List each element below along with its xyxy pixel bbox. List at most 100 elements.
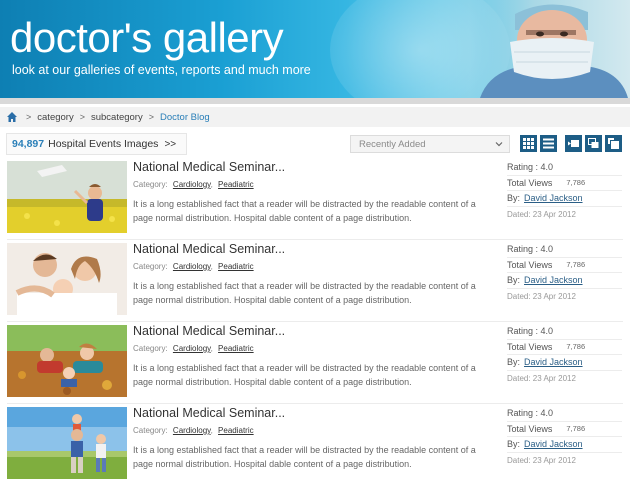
by-label: By: — [507, 275, 521, 286]
gallery-button[interactable] — [585, 135, 602, 152]
item-meta: Rating : 4.0 Total Views 7,786 By: David… — [507, 324, 622, 386]
item-rating: Rating : 4.0 — [507, 160, 622, 176]
item-rating: Rating : 4.0 — [507, 242, 622, 258]
gallery-toolbar: 94,897 Hospital Events Images >> Recentl… — [0, 133, 630, 155]
category-link-peadiatric[interactable]: Peadiatric — [218, 180, 254, 189]
double-chevron-icon: >> — [164, 138, 177, 150]
item-categories: Category: Cardiology, Peadiatric — [133, 262, 254, 271]
breadcrumb-separator: > — [79, 112, 85, 122]
item-categories: Category: Cardiology, Peadiatric — [133, 344, 254, 353]
item-author: By: David Jackson — [507, 273, 622, 289]
export-button[interactable] — [605, 135, 622, 152]
item-thumbnail[interactable] — [7, 407, 127, 479]
author-link[interactable]: David Jackson — [524, 439, 583, 449]
author-link[interactable]: David Jackson — [524, 357, 583, 367]
item-author: By: David Jackson — [507, 355, 622, 371]
by-label: By: — [507, 439, 521, 450]
image-count[interactable]: 94,897 Hospital Events Images >> — [6, 133, 188, 155]
family-portrait-image — [7, 243, 127, 315]
item-date: Dated: 23 Apr 2012 — [507, 291, 576, 301]
item-categories: Category: Cardiology, Peadiatric — [133, 426, 254, 435]
item-views: Total Views 7,786 — [507, 176, 622, 191]
category-label: Category: — [133, 180, 168, 189]
item-meta: Rating : 4.0 Total Views 7,786 By: David… — [507, 160, 622, 222]
views-label: Total Views — [507, 177, 553, 188]
gallery-item[interactable]: National Medical Seminar... Category: Ca… — [0, 403, 630, 483]
sort-selected-value: Recently Added — [359, 138, 426, 150]
gallery-icon — [588, 138, 599, 148]
item-rating: Rating : 4.0 — [507, 324, 622, 340]
image-count-label: Hospital Events Images — [48, 138, 159, 150]
doctor-photo — [470, 0, 630, 98]
page-title: doctor's gallery — [10, 14, 284, 61]
breadcrumb-separator: > — [26, 112, 32, 122]
item-author: By: David Jackson — [507, 437, 622, 453]
grid-view-button[interactable] — [520, 135, 537, 152]
slideshow-icon — [568, 140, 579, 147]
author-link[interactable]: David Jackson — [524, 275, 583, 285]
item-title[interactable]: National Medical Seminar... — [133, 324, 285, 338]
header-banner: doctor's gallery look at our galleries o… — [0, 0, 630, 98]
views-count: 7,786 — [566, 342, 586, 352]
item-description: It is a long established fact that a rea… — [133, 199, 476, 223]
item-thumbnail[interactable] — [7, 243, 127, 315]
banner-divider — [0, 98, 630, 104]
breadcrumb: > category > subcategory > Doctor Blog — [0, 107, 630, 127]
breadcrumb-current[interactable]: Doctor Blog — [160, 112, 210, 123]
item-title[interactable]: National Medical Seminar... — [133, 160, 285, 174]
item-meta: Rating : 4.0 Total Views 7,786 By: David… — [507, 242, 622, 304]
category-link-peadiatric[interactable]: Peadiatric — [218, 426, 254, 435]
by-label: By: — [507, 357, 521, 368]
family-in-meadow-image — [7, 407, 127, 479]
item-description: It is a long established fact that a rea… — [133, 281, 476, 305]
image-count-number: 94,897 — [12, 138, 45, 150]
item-views: Total Views 7,786 — [507, 340, 622, 355]
author-link[interactable]: David Jackson — [524, 193, 583, 203]
chevron-down-icon — [495, 142, 503, 147]
item-meta: Rating : 4.0 Total Views 7,786 By: David… — [507, 406, 622, 468]
item-thumbnail[interactable] — [7, 325, 127, 397]
item-categories: Category: Cardiology, Peadiatric — [133, 180, 254, 189]
by-label: By: — [507, 193, 521, 204]
item-author: By: David Jackson — [507, 191, 622, 207]
category-link-cardiology[interactable]: Cardiology — [173, 426, 211, 435]
gallery-item[interactable]: National Medical Seminar... Category: Ca… — [0, 239, 630, 319]
sort-select[interactable]: Recently Added — [350, 135, 510, 153]
item-title[interactable]: National Medical Seminar... — [133, 242, 285, 256]
family-in-autumn-leaves-image — [7, 325, 127, 397]
page-subtitle: look at our galleries of events, reports… — [12, 63, 311, 77]
item-views: Total Views 7,786 — [507, 422, 622, 437]
list-view-button[interactable] — [540, 135, 557, 152]
views-label: Total Views — [507, 423, 553, 434]
category-label: Category: — [133, 426, 168, 435]
item-date: Dated: 23 Apr 2012 — [507, 455, 576, 465]
item-date: Dated: 23 Apr 2012 — [507, 373, 576, 383]
item-thumbnail[interactable] — [7, 161, 127, 233]
list-view-icon — [543, 138, 554, 149]
category-link-peadiatric[interactable]: Peadiatric — [218, 262, 254, 271]
category-link-cardiology[interactable]: Cardiology — [173, 344, 211, 353]
views-count: 7,786 — [566, 424, 586, 434]
breadcrumb-subcategory[interactable]: subcategory — [91, 112, 143, 123]
item-title[interactable]: National Medical Seminar... — [133, 406, 285, 420]
grid-view-icon — [523, 138, 534, 149]
export-icon — [608, 138, 619, 149]
views-count: 7,786 — [566, 178, 586, 188]
item-description: It is a long established fact that a rea… — [133, 363, 476, 387]
category-link-cardiology[interactable]: Cardiology — [173, 262, 211, 271]
gallery-item[interactable]: National Medical Seminar... Category: Ca… — [0, 321, 630, 401]
views-label: Total Views — [507, 341, 553, 352]
slideshow-button[interactable] — [565, 135, 582, 152]
gallery-item[interactable]: National Medical Seminar... Category: Ca… — [0, 157, 630, 237]
category-link-cardiology[interactable]: Cardiology — [173, 180, 211, 189]
item-views: Total Views 7,786 — [507, 258, 622, 273]
breadcrumb-category[interactable]: category — [37, 112, 73, 123]
category-link-peadiatric[interactable]: Peadiatric — [218, 344, 254, 353]
item-rating: Rating : 4.0 — [507, 406, 622, 422]
child-in-flower-field-image — [7, 161, 127, 233]
item-description: It is a long established fact that a rea… — [133, 445, 476, 469]
breadcrumb-separator: > — [148, 112, 154, 122]
home-icon[interactable] — [6, 111, 18, 123]
category-label: Category: — [133, 344, 168, 353]
views-label: Total Views — [507, 259, 553, 270]
